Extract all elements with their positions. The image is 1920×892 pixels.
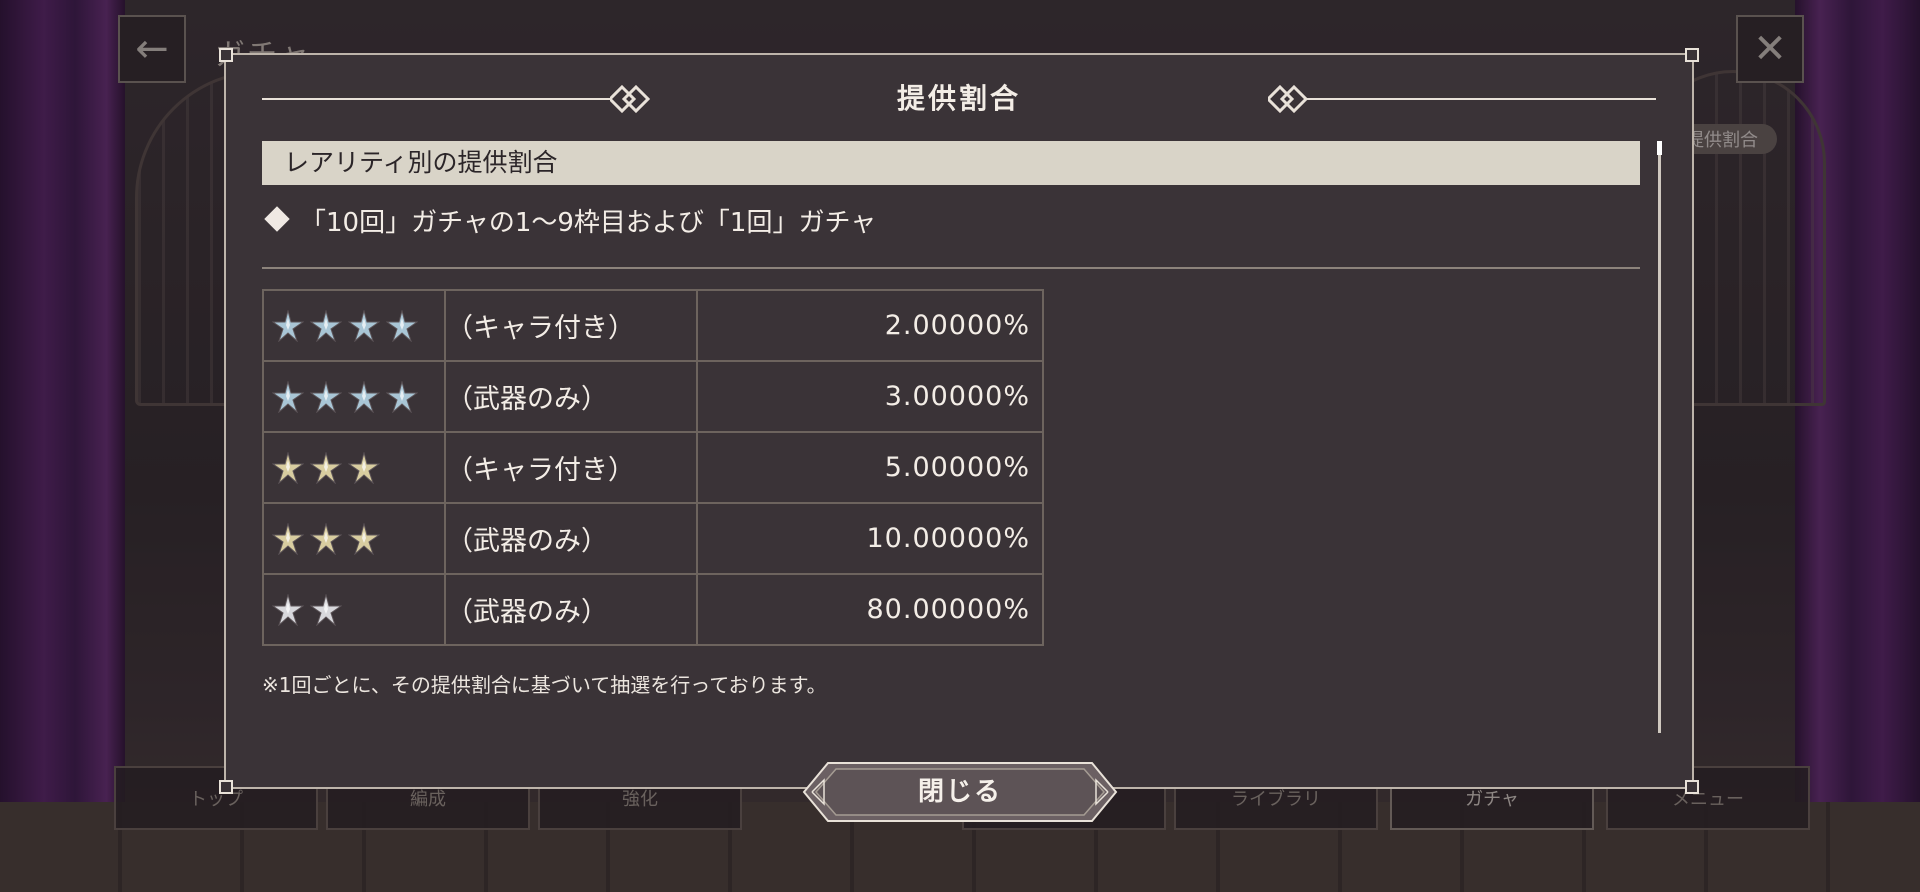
scrollbar-thumb[interactable] [1657, 141, 1662, 155]
divider [262, 267, 1640, 269]
rarity-star-icon [271, 450, 305, 485]
rarity-star-icon [347, 379, 381, 414]
rate-row: （武器のみ） 3.00000% [262, 360, 1044, 433]
diamond-ornament-icon [1268, 85, 1308, 113]
rarity-star-icon [271, 308, 305, 343]
rarity-rate: 10.00000% [696, 502, 1044, 575]
rarity-star-icon [271, 592, 305, 627]
rarity-rate-table: （キャラ付き） 2.00000% （武器のみ） 3.00000% （キャラ付き） 5.00… [262, 289, 1044, 646]
rate-row: （キャラ付き） 2.00000% [262, 289, 1044, 362]
rarity-star-icon [309, 308, 343, 343]
dialog-title-bar: 提供割合 [262, 79, 1656, 119]
rarity-stars [262, 289, 446, 362]
rarity-type: （武器のみ） [444, 502, 698, 575]
rarity-stars [262, 573, 446, 646]
corner-ornament [1685, 48, 1699, 62]
title-rule-right [1306, 98, 1656, 100]
rate-row: （武器のみ） 80.00000% [262, 573, 1044, 646]
rarity-rate: 80.00000% [696, 573, 1044, 646]
rarity-stars [262, 431, 446, 504]
rarity-star-icon [309, 450, 343, 485]
diamond-bullet-icon [264, 206, 290, 232]
rarity-type: （キャラ付き） [444, 289, 698, 362]
rarity-star-icon [309, 521, 343, 556]
rarity-rate: 2.00000% [696, 289, 1044, 362]
rarity-type: （キャラ付き） [444, 431, 698, 504]
rarity-star-icon [385, 308, 419, 343]
rarity-rate: 3.00000% [696, 360, 1044, 433]
rarity-stars [262, 502, 446, 575]
sub-heading-text: 「10回」ガチャの1～9枠目および「1回」ガチャ [300, 208, 877, 238]
footnote: ※1回ごとに、その提供割合に基づいて抽選を行っております。 [262, 673, 827, 697]
rarity-star-icon [271, 379, 305, 414]
corner-ornament [1685, 780, 1699, 794]
rarity-star-icon [347, 450, 381, 485]
sub-heading: 「10回」ガチャの1～9枠目および「1回」ガチャ [262, 205, 876, 241]
rarity-type: （武器のみ） [444, 360, 698, 433]
scrollbar[interactable] [1657, 141, 1662, 733]
rarity-stars [262, 360, 446, 433]
rarity-star-icon [385, 379, 419, 414]
rarity-rate: 5.00000% [696, 431, 1044, 504]
corner-ornament [219, 780, 233, 794]
section-header: レアリティ別の提供割合 [262, 141, 1640, 185]
rarity-star-icon [271, 521, 305, 556]
rates-dialog: 提供割合 レアリティ別の提供割合 「10回」ガチャの1～9枠目および「1回」ガチ… [219, 48, 1699, 794]
rarity-type: （武器のみ） [444, 573, 698, 646]
rate-row: （キャラ付き） 5.00000% [262, 431, 1044, 504]
close-button-label: 閉じる [917, 777, 1002, 807]
corner-ornament [219, 48, 233, 62]
rarity-star-icon [347, 521, 381, 556]
rarity-star-icon [347, 308, 381, 343]
rarity-star-icon [309, 592, 343, 627]
rate-row: （武器のみ） 10.00000% [262, 502, 1044, 575]
close-button[interactable]: 閉じる [802, 761, 1118, 823]
rarity-star-icon [309, 379, 343, 414]
